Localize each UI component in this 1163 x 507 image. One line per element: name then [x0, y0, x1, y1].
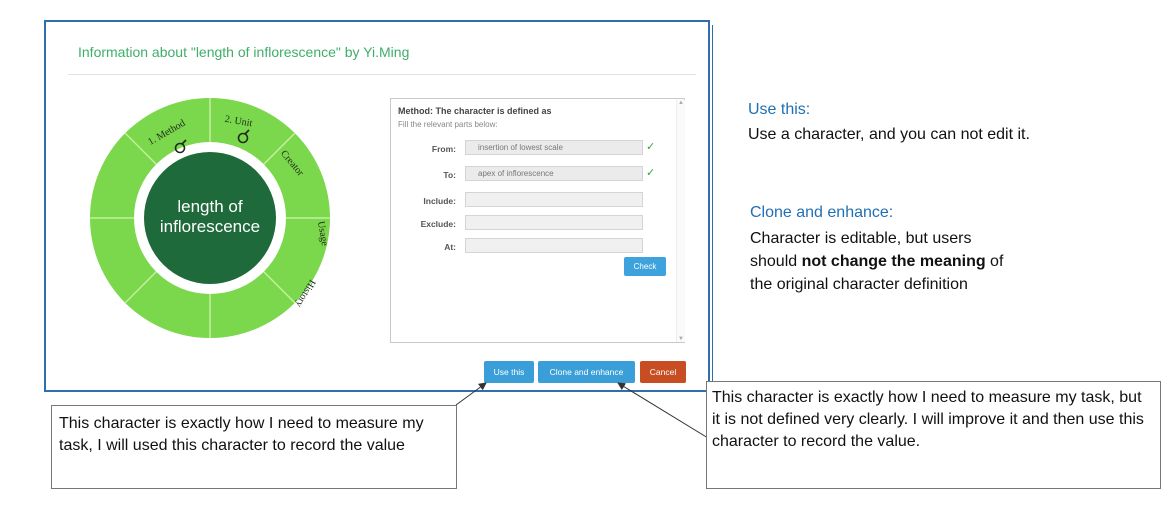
- right-callout: This character is exactly how I need to …: [706, 381, 1161, 489]
- right-callout-arrow: [617, 382, 709, 439]
- left-callout-arrow: [455, 382, 487, 406]
- left-callout: This character is exactly how I need to …: [51, 405, 457, 489]
